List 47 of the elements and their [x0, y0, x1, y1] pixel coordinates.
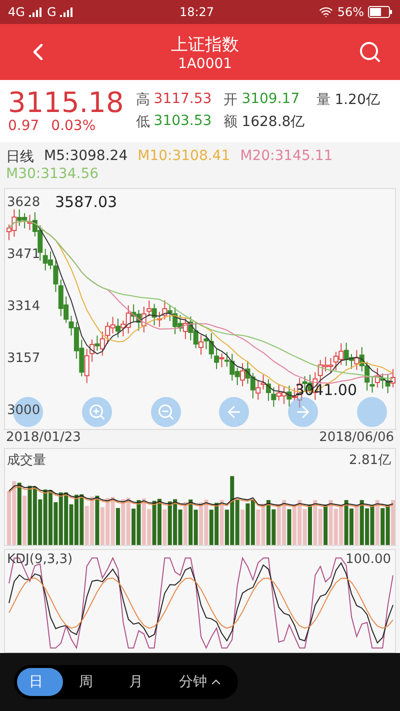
- period-label: 日线: [6, 148, 34, 166]
- stat-value: 3117.53: [154, 91, 212, 109]
- start-date: 2018/01/23: [6, 430, 81, 447]
- moving-average-label: M5:3098.24: [44, 148, 128, 166]
- end-date: 2018/06/06: [319, 430, 394, 447]
- network-label: 4G: [8, 5, 25, 19]
- clock-time: 18:27: [179, 5, 214, 19]
- stat-value: 3109.17: [242, 91, 300, 109]
- axis-label: 3314: [7, 299, 40, 314]
- volume-title: 成交量: [7, 452, 46, 469]
- stat-value: 1.20亿: [334, 91, 380, 109]
- axis-label: 3157: [7, 351, 40, 366]
- zoom-in-icon: [88, 403, 106, 421]
- volume-max-label: 2.81亿: [349, 452, 391, 469]
- network-label: G: [46, 5, 56, 19]
- battery-icon: [368, 6, 392, 18]
- battery-percent: 56%: [337, 5, 364, 19]
- signal-icon: [60, 7, 74, 17]
- axis-label: 3471: [7, 247, 40, 262]
- zoom-out-icon: [156, 403, 175, 421]
- page-title: 上证指数: [171, 34, 239, 56]
- moving-average-label: M20:3145.11: [240, 148, 333, 166]
- stat-label: 高: [136, 91, 150, 109]
- high-price-label: 3587.03: [55, 193, 118, 211]
- scroll-right-button[interactable]: [288, 397, 318, 427]
- axis-label: 3000: [7, 403, 40, 418]
- current-price: 3115.18: [8, 88, 124, 118]
- search-icon[interactable]: [358, 40, 382, 64]
- stat-value: 3103.53: [154, 113, 212, 131]
- stat-label: 开: [224, 91, 238, 109]
- kdj-max-label: 100.00: [346, 552, 391, 567]
- signal-icon: [28, 7, 43, 17]
- kdj-title: KDJ(9,3,3): [7, 552, 73, 567]
- percent-change: 0.03%: [51, 118, 96, 134]
- price-change: 0.97: [8, 118, 40, 134]
- stat-label: 低: [136, 113, 150, 131]
- stat-label: 额: [224, 113, 238, 131]
- period-tab[interactable]: 周: [67, 668, 113, 696]
- stat-value: 1628.8亿: [242, 113, 305, 131]
- period-tab[interactable]: 月: [117, 668, 163, 696]
- wifi-icon: [319, 5, 334, 19]
- index-code: 1A0001: [178, 56, 232, 72]
- stat-label: 量: [316, 91, 331, 109]
- moving-average-label: M30:3134.56: [6, 166, 99, 182]
- period-menu-button[interactable]: 分钟: [167, 668, 235, 696]
- moving-average-label: M10:3108.41: [138, 148, 230, 166]
- axis-label: 3628: [7, 195, 40, 210]
